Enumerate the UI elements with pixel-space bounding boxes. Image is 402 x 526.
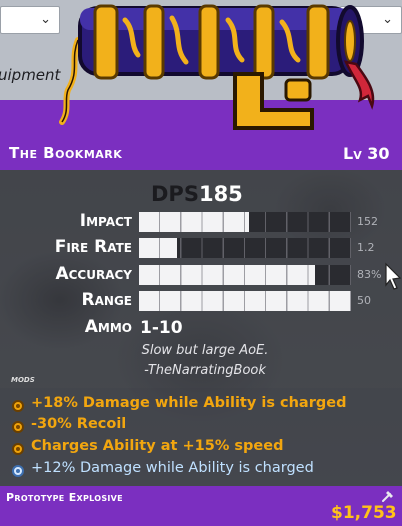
item-name: The Bookmark <box>9 144 123 162</box>
mod-bullet-icon <box>12 421 24 433</box>
stat-value-impact: 152 <box>357 215 378 228</box>
stat-label-fire-rate: Fire Rate <box>54 237 132 257</box>
stat-label-accuracy: Accuracy <box>55 264 132 284</box>
mod-bullet-icon <box>12 465 24 477</box>
mods-label: MODS <box>11 376 35 384</box>
stat-label-ammo: Ammo <box>84 317 132 337</box>
stat-value-fire-rate: 1.2 <box>357 241 375 254</box>
stat-bar-fire-rate <box>139 238 351 258</box>
dps-readout: DPS185 <box>151 182 243 206</box>
item-price: $1,753 <box>331 503 397 523</box>
stat-bar-accuracy <box>139 265 351 285</box>
dps-label: DPS <box>151 182 199 206</box>
stat-value-range: 50 <box>357 294 371 307</box>
stat-bar-range <box>139 291 351 311</box>
stat-label-impact: Impact <box>79 211 132 231</box>
stat-bar-impact <box>139 212 351 232</box>
item-level: Lv 30 <box>343 144 390 163</box>
flavor-text: Slow but large AoE. <box>141 343 269 358</box>
dps-value: 185 <box>198 182 243 206</box>
stat-value-ammo: 1-10 <box>140 318 183 338</box>
stat-label-range: Range <box>81 290 132 310</box>
mod-bullet-icon <box>12 400 24 412</box>
chevron-down-icon: ⌄ <box>382 12 393 27</box>
mouse-cursor-icon <box>385 262 402 290</box>
rarity-label: Prototype Explosive <box>6 491 123 504</box>
mod-bullet-icon <box>12 443 24 455</box>
flavor-author: -TheNarratingBook <box>144 363 266 378</box>
hammer-icon <box>382 491 393 502</box>
stat-value-accuracy: 83% <box>357 268 382 281</box>
weapon-art <box>59 4 375 130</box>
